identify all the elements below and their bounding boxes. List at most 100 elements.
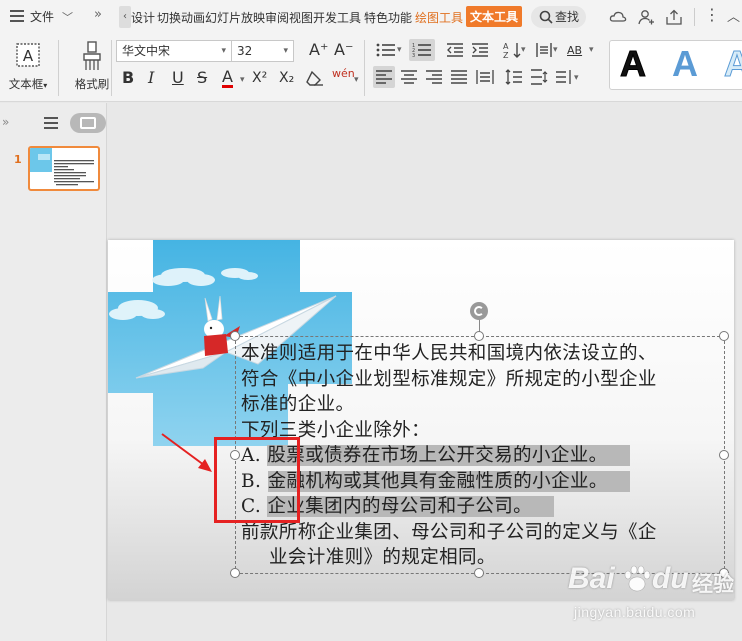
slide-canvas[interactable]: 本准则适用于在中华人民共和国境内依法设立的、 符合《中小企业划型标准规定》所规定… — [108, 240, 734, 600]
subscript-button[interactable]: X₂ — [279, 68, 294, 88]
font-color-button[interactable]: A — [222, 68, 233, 88]
justify-icon[interactable] — [451, 70, 467, 84]
slide-thumbnail[interactable] — [28, 146, 100, 191]
tab-view[interactable]: 视图 — [289, 9, 313, 26]
rotate-handle[interactable] — [470, 302, 488, 320]
phonetic-guide-button[interactable]: wén — [332, 67, 355, 87]
text-line: 标准的企业。 — [241, 394, 355, 415]
clear-format-icon[interactable] — [306, 70, 324, 86]
text-style-gallery: A A A — [609, 40, 742, 90]
svg-text:Z: Z — [503, 51, 509, 59]
svg-text:A: A — [503, 42, 509, 51]
resize-handle-top-right[interactable] — [719, 331, 729, 341]
bullet-list-icon[interactable] — [376, 42, 396, 58]
chevron-down-icon[interactable]: ▾ — [574, 68, 579, 88]
thumbnail-view-button[interactable] — [70, 113, 106, 133]
text-direction-button[interactable]: AB — [567, 41, 582, 61]
tab-text-tools[interactable]: 文本工具 — [466, 6, 523, 27]
svg-text:3: 3 — [412, 53, 415, 58]
list-item-c: C. 企业集团内的母公司和子公司。 — [241, 494, 721, 520]
underline-button[interactable]: U — [172, 68, 184, 88]
tab-animation[interactable]: 动画 — [181, 9, 205, 26]
increase-indent-icon[interactable] — [471, 42, 489, 58]
superscript-button[interactable]: X² — [252, 68, 267, 88]
resize-handle-top-left[interactable] — [230, 331, 240, 341]
chevron-down-icon[interactable]: ▾ — [354, 70, 359, 90]
numbered-list-button[interactable]: 123 — [409, 39, 435, 61]
ribbon-divider — [364, 40, 365, 96]
ribbon: A 文本框▾ 格式刷 华文中宋 ▾ 32 ▾ A⁺ A⁻ B I U S A ▾… — [0, 34, 742, 102]
watermark-label: 经验 — [692, 572, 734, 596]
tab-features[interactable]: 特色功能 — [364, 9, 412, 26]
cloud-sync-icon[interactable] — [609, 8, 627, 26]
textbox-button[interactable]: A 文本框▾ — [2, 38, 54, 92]
numbered-list-icon: 123 — [412, 43, 431, 58]
collapse-ribbon-icon[interactable]: ︿ — [727, 6, 740, 25]
chevron-down-icon[interactable]: ▾ — [521, 40, 526, 60]
line-spacing-icon[interactable] — [505, 68, 523, 86]
text-line: 前款所称企业集团、母公司和子公司的定义与《企 — [241, 521, 657, 543]
resize-handle-top[interactable] — [474, 331, 484, 341]
italic-button[interactable]: I — [148, 68, 154, 88]
chevron-down-icon[interactable]: ﹀ — [62, 9, 73, 25]
tabs-scroll-left-button[interactable]: ‹ — [119, 6, 131, 28]
expand-panel-icon[interactable]: » — [2, 115, 9, 129]
search-icon — [539, 10, 553, 24]
style-blue[interactable]: A — [672, 43, 698, 85]
text-align-vertical-icon[interactable] — [535, 41, 553, 59]
paw-logo-icon — [624, 565, 651, 592]
search-label: 查找 — [555, 10, 580, 24]
font-name-value: 华文中宋 — [122, 44, 171, 58]
tab-design[interactable]: 设计 — [131, 9, 155, 26]
ribbon-divider — [58, 40, 59, 96]
menu-icon[interactable] — [10, 10, 24, 22]
chevron-down-icon[interactable]: ▾ — [240, 70, 245, 90]
font-size-select[interactable]: 32 ▾ — [232, 40, 294, 62]
list-item-a: A. 股票或债券在市场上公开交易的小企业。 — [241, 443, 721, 469]
slide-text[interactable]: 本准则适用于在中华人民共和国境内依法设立的、 符合《中小企业划型标准规定》所规定… — [241, 341, 721, 571]
align-right-icon[interactable] — [426, 70, 442, 84]
slide-panel: » 1 — [0, 103, 107, 641]
paragraph-spacing-icon[interactable] — [530, 68, 548, 86]
svg-text:A: A — [23, 47, 34, 65]
align-left-button[interactable] — [373, 66, 395, 88]
ribbon-divider — [111, 40, 112, 96]
more-options-icon[interactable]: ⋮ — [704, 5, 720, 24]
font-name-select[interactable]: 华文中宋 ▾ — [116, 40, 232, 62]
grow-font-button[interactable]: A⁺ — [309, 40, 328, 60]
chevron-down-icon[interactable]: ▾ — [397, 40, 402, 60]
tab-drawing-tools[interactable]: 绘图工具 — [415, 9, 463, 26]
style-blue-outline[interactable]: A — [724, 43, 742, 85]
decrease-indent-icon[interactable] — [446, 42, 464, 58]
file-menu[interactable]: 文件 — [30, 8, 54, 25]
strikethrough-button[interactable]: S — [197, 68, 207, 88]
menu-bar: 文件 ﹀ » ‹ 设计 切换 动画 幻灯片放映 审阅 视图 开发工具 特色功能 … — [0, 0, 742, 34]
search-button[interactable]: 查找 — [531, 6, 586, 28]
tab-transition[interactable]: 切换 — [157, 9, 181, 26]
resize-handle-bottom-left[interactable] — [230, 568, 240, 578]
watermark-brand-suffix: du — [652, 562, 689, 595]
tab-review[interactable]: 审阅 — [265, 9, 289, 26]
bold-button[interactable]: B — [122, 68, 134, 88]
chevron-down-icon: ▾ — [221, 46, 226, 56]
more-tabs-icon[interactable]: » — [94, 7, 102, 22]
share-icon[interactable] — [665, 8, 683, 26]
add-user-icon[interactable] — [637, 8, 655, 26]
annotation-arrow — [161, 433, 212, 472]
slide-number: 1 — [14, 153, 22, 166]
line-spacing-options-icon[interactable] — [555, 68, 573, 86]
slide-thumbnail-preview — [30, 148, 94, 186]
distribute-icon[interactable] — [476, 69, 494, 85]
style-black-outline[interactable]: A — [620, 43, 647, 85]
outline-view-icon[interactable] — [44, 117, 58, 129]
format-painter-icon — [76, 40, 108, 72]
sort-icon[interactable]: AZ — [503, 41, 523, 59]
chevron-down-icon[interactable]: ▾ — [553, 40, 558, 60]
shrink-font-button[interactable]: A⁻ — [334, 40, 353, 60]
tab-developer[interactable]: 开发工具 — [313, 9, 361, 26]
tab-slideshow[interactable]: 幻灯片放映 — [205, 9, 265, 26]
chevron-down-icon[interactable]: ▾ — [589, 40, 594, 60]
format-painter-label: 格式刷 — [74, 77, 110, 91]
watermark-brand: Bai — [568, 562, 615, 595]
align-center-icon[interactable] — [401, 70, 417, 84]
